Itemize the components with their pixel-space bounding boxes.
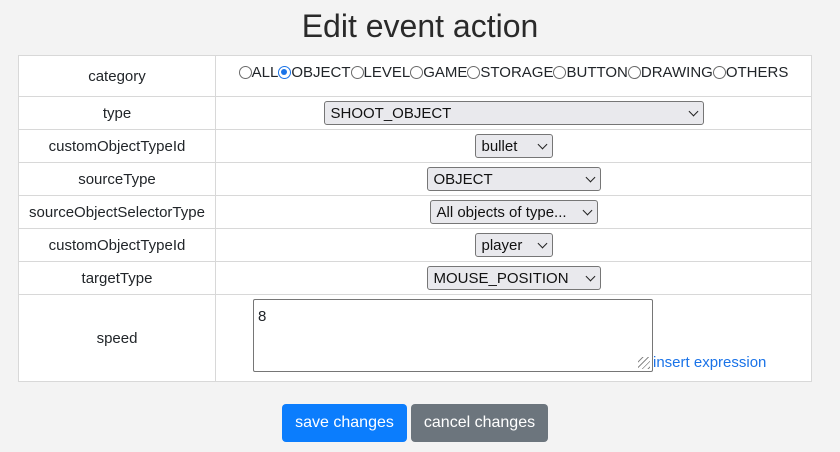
custom-object-type-id-value-2: player xyxy=(481,236,523,254)
custom-object-type-id-select[interactable]: bullet xyxy=(474,134,553,158)
source-type-value: OBJECT xyxy=(433,170,493,188)
category-radio-label: OBJECT xyxy=(291,63,351,81)
category-radio-label: LEVEL xyxy=(363,63,411,81)
target-type-label: targetType xyxy=(18,261,216,295)
category-radio-label: GAME xyxy=(423,63,468,81)
custom-object-type-id-select-2[interactable]: player xyxy=(474,233,553,257)
radio-circle-icon xyxy=(553,65,567,79)
category-radio-label: BUTTON xyxy=(566,63,628,81)
radio-circle-icon xyxy=(350,65,364,79)
category-radio-label: STORAGE xyxy=(480,63,554,81)
speed-label: speed xyxy=(18,294,216,382)
cancel-changes-button[interactable]: cancel changes xyxy=(411,404,548,442)
radio-circle-icon xyxy=(627,65,641,79)
category-label: category xyxy=(18,55,216,97)
source-type-label: sourceType xyxy=(18,162,216,196)
category-radio-drawing[interactable]: DRAWING xyxy=(627,63,713,81)
source-type-select[interactable]: OBJECT xyxy=(426,167,601,191)
source-object-selector-type-select[interactable]: All objects of type... xyxy=(429,200,598,224)
speed-value: 8 xyxy=(258,308,267,325)
target-type-row: targetType MOUSE_POSITION xyxy=(18,261,812,295)
page-title: Edit event action xyxy=(301,8,539,44)
source-object-selector-type-label: sourceObjectSelectorType xyxy=(18,195,216,229)
chevron-down-icon xyxy=(582,205,592,215)
source-object-selector-type-value: All objects of type... xyxy=(436,203,567,221)
speed-textarea[interactable]: 8 xyxy=(253,299,653,372)
category-radio-group: ALL OBJECT LEVEL GAME STORAGE BUTTON DRAWING OT… xyxy=(215,55,812,97)
category-row: category ALL OBJECT LEVEL GAME STORAGE BUTTON… xyxy=(18,55,812,97)
category-radio-label: DRAWING xyxy=(640,63,713,81)
category-radios: ALL OBJECT LEVEL GAME STORAGE BUTTON DRAWING OT… xyxy=(216,64,811,81)
custom-object-type-id-row-2: customObjectTypeId player xyxy=(18,228,812,262)
category-radio-label: ALL xyxy=(251,63,279,81)
radio-circle-icon xyxy=(712,65,726,79)
chevron-down-icon xyxy=(585,172,595,182)
type-select[interactable]: SHOOT_OBJECT xyxy=(323,101,704,125)
chevron-down-icon xyxy=(585,271,595,281)
insert-expression-link[interactable]: insert expression xyxy=(653,354,766,371)
radio-circle-icon xyxy=(410,65,424,79)
custom-object-type-id-label-2: customObjectTypeId xyxy=(18,228,216,262)
category-radio-level[interactable]: LEVEL xyxy=(350,63,411,81)
resize-grip-icon[interactable] xyxy=(638,357,650,369)
source-object-selector-type-row: sourceObjectSelectorType All objects of … xyxy=(18,195,812,229)
type-row: type SHOOT_OBJECT xyxy=(18,96,812,130)
chevron-down-icon xyxy=(537,238,547,248)
custom-object-type-id-value: bullet xyxy=(481,137,518,155)
category-radio-label: OTHERS xyxy=(725,63,789,81)
category-radio-all[interactable]: ALL xyxy=(238,63,279,81)
chevron-down-icon xyxy=(537,139,547,149)
speed-row: speed 8 insert expression xyxy=(18,294,812,382)
category-radio-others[interactable]: OTHERS xyxy=(712,63,789,81)
category-radio-game[interactable]: GAME xyxy=(410,64,467,81)
save-changes-button[interactable]: save changes xyxy=(282,404,407,442)
target-type-select[interactable]: MOUSE_POSITION xyxy=(426,266,601,290)
speed-field-wrap: 8 insert expression xyxy=(216,295,811,381)
target-type-value: MOUSE_POSITION xyxy=(433,269,569,287)
category-radio-storage[interactable]: STORAGE xyxy=(467,64,553,81)
event-action-form: category ALL OBJECT LEVEL GAME STORAGE BUTTON… xyxy=(18,55,812,382)
source-type-row: sourceType OBJECT xyxy=(18,162,812,196)
custom-object-type-id-label: customObjectTypeId xyxy=(18,129,216,163)
custom-object-type-id-row: customObjectTypeId bullet xyxy=(18,129,812,163)
category-radio-object[interactable]: OBJECT xyxy=(278,63,351,81)
type-select-value: SHOOT_OBJECT xyxy=(330,104,452,122)
type-label: type xyxy=(18,96,216,130)
radio-circle-icon xyxy=(467,65,481,79)
chevron-down-icon xyxy=(688,106,698,116)
category-radio-button[interactable]: BUTTON xyxy=(553,63,628,81)
radio-circle-icon xyxy=(238,65,252,79)
radio-circle-icon xyxy=(278,65,292,79)
